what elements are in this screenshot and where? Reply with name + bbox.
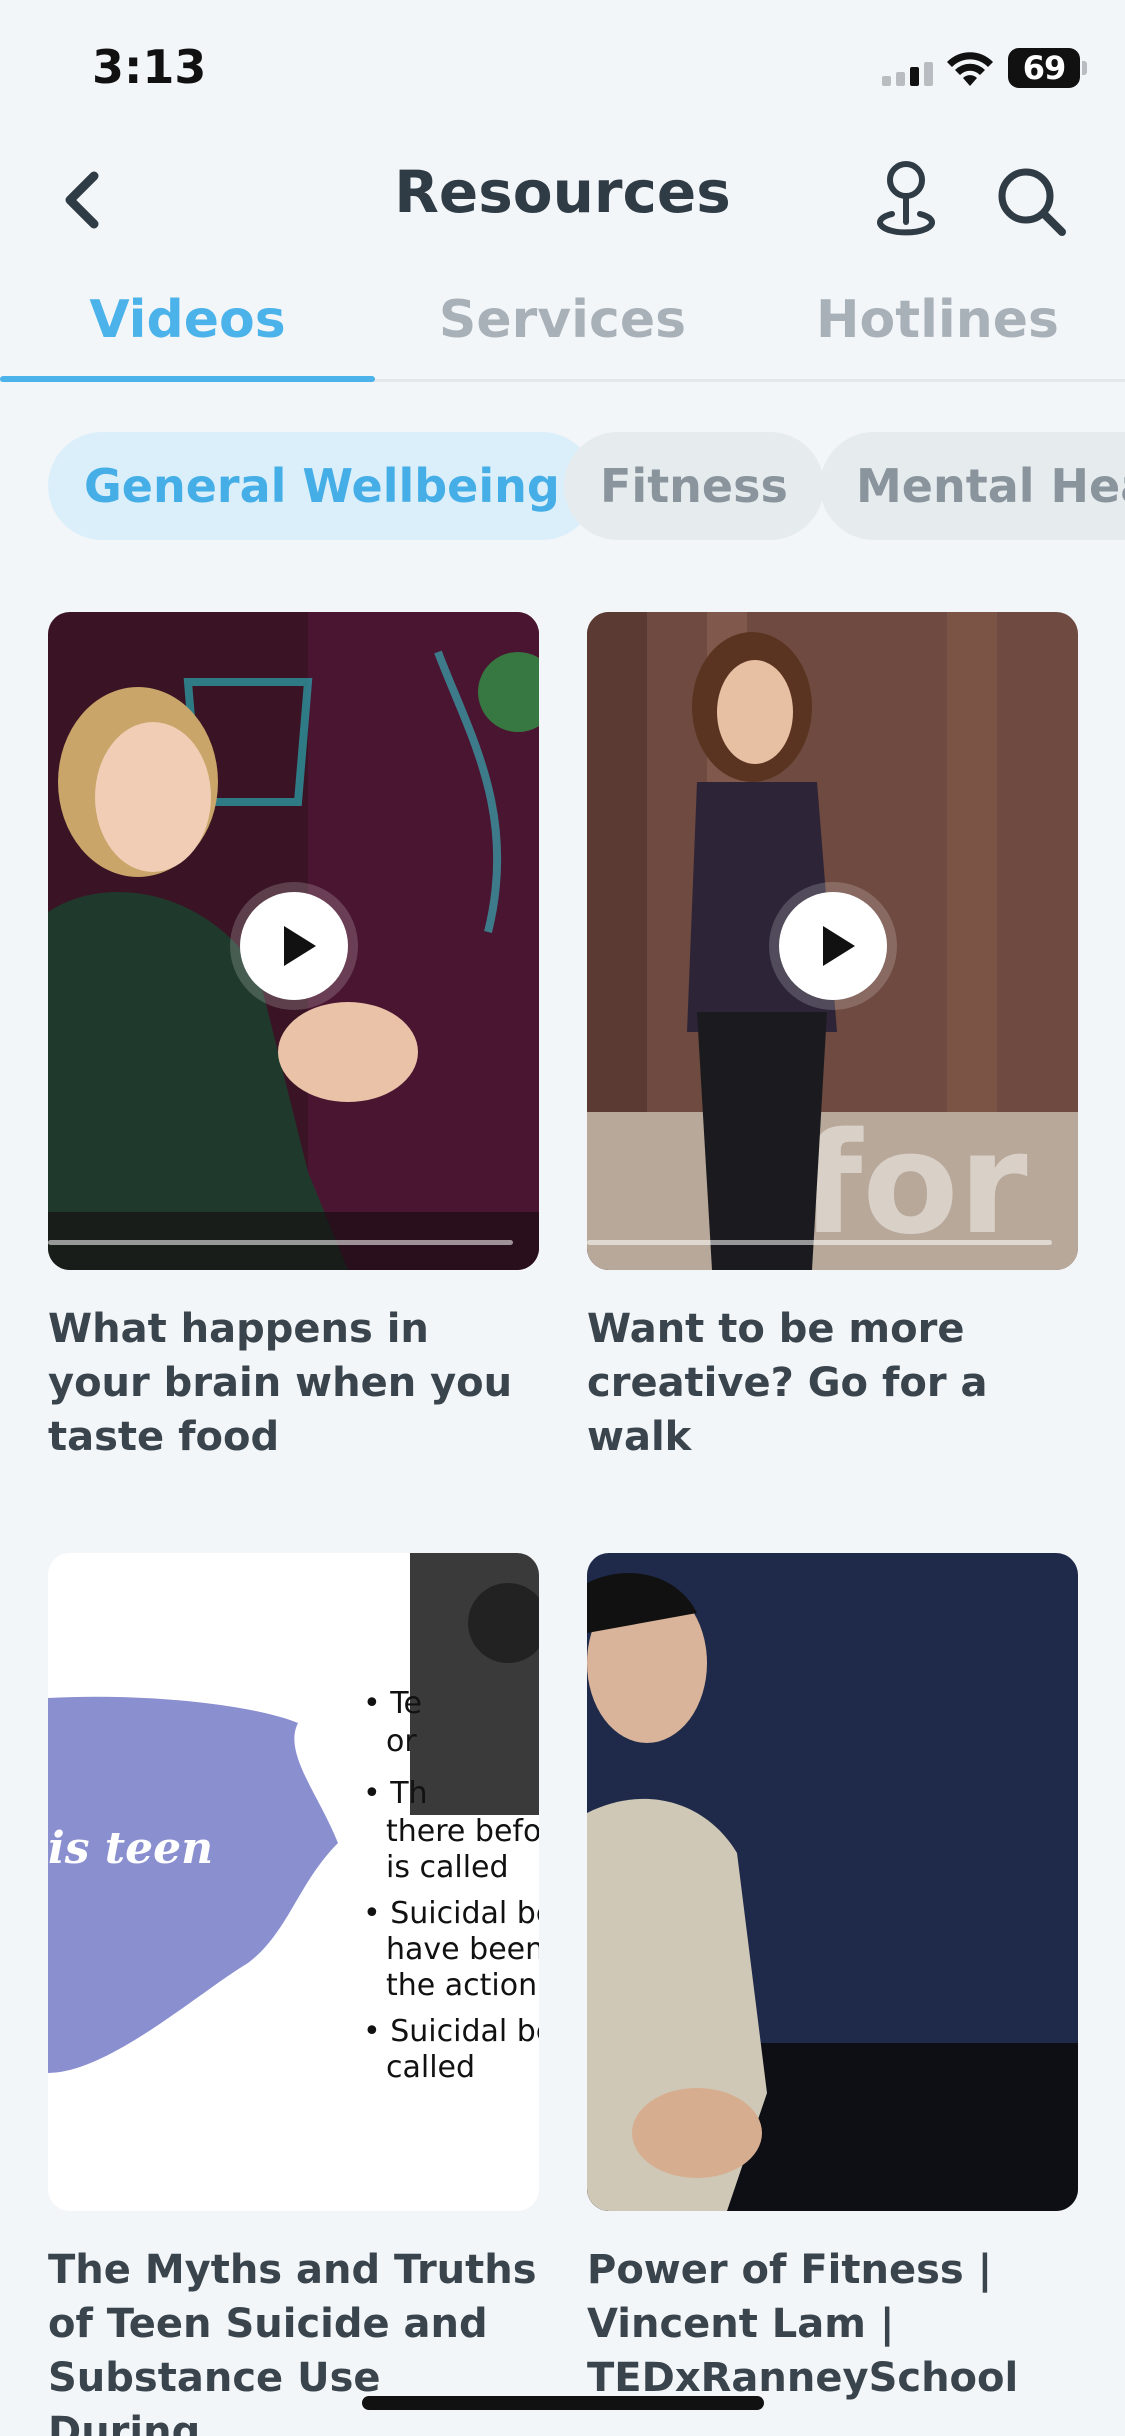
- svg-text:called: called: [386, 2050, 475, 2085]
- status-time: 3:13: [92, 40, 207, 94]
- chip-mental-health[interactable]: Mental Heal: [820, 432, 1125, 540]
- battery-icon: 69: [1008, 48, 1087, 88]
- video-thumbnail[interactable]: [48, 612, 539, 1270]
- video-thumbnail[interactable]: is teen • Te or • Th there befor is call…: [48, 1553, 539, 2211]
- nav-header: Resources: [0, 140, 1125, 260]
- tab-videos[interactable]: Videos: [0, 270, 375, 382]
- page-title: Resources: [394, 158, 731, 226]
- video-title[interactable]: Power of Fitness | Vincent Lam | TEDxRan…: [587, 2243, 1078, 2405]
- video-thumbnail[interactable]: [587, 1553, 1078, 2211]
- video-thumbnail-image: [587, 1553, 1078, 2211]
- svg-text:• Suicidal be: • Suicidal be: [363, 1896, 539, 1931]
- category-chips: General Wellbeing Fitness Mental Heal: [0, 432, 1125, 540]
- play-button-icon[interactable]: [779, 892, 887, 1000]
- svg-text:there befor: there befor: [386, 1814, 539, 1849]
- svg-text:the action: the action: [386, 1968, 537, 2003]
- svg-text:• Te: • Te: [363, 1686, 422, 1721]
- svg-text:or: or: [386, 1724, 417, 1759]
- video-title[interactable]: Want to be more creative? Go for a walk: [587, 1302, 1078, 1464]
- status-bar: 3:13 69: [0, 0, 1125, 140]
- chip-fitness[interactable]: Fitness: [564, 432, 824, 540]
- svg-text:• Suicidal be: • Suicidal be: [363, 2014, 539, 2049]
- tab-hotlines[interactable]: Hotlines: [750, 270, 1125, 382]
- tab-services[interactable]: Services: [375, 270, 750, 382]
- wifi-icon: [947, 52, 993, 86]
- tab-bar: Videos Services Hotlines: [0, 270, 1125, 382]
- svg-text:is teen: is teen: [48, 1823, 213, 1874]
- cellular-signal-icon: [882, 62, 933, 86]
- active-tab-indicator: [0, 376, 375, 382]
- video-thumbnail[interactable]: afor: [587, 612, 1078, 1270]
- video-title[interactable]: What happens in your brain when you tast…: [48, 1302, 539, 1464]
- location-pin-icon[interactable]: [868, 158, 944, 242]
- chip-general-wellbeing[interactable]: General Wellbeing: [48, 432, 596, 540]
- video-thumbnail-image: is teen • Te or • Th there befor is call…: [48, 1553, 539, 2211]
- resources-screen: 3:13 69 Resources Videos Services Hotlin…: [0, 0, 1125, 2436]
- search-icon[interactable]: [992, 162, 1072, 242]
- svg-text:• Th: • Th: [363, 1776, 428, 1811]
- video-progress-bar: [48, 1240, 513, 1245]
- home-indicator[interactable]: [362, 2396, 764, 2410]
- svg-text:is called: is called: [386, 1850, 509, 1885]
- video-progress-bar: [587, 1240, 1052, 1245]
- play-button-icon[interactable]: [240, 892, 348, 1000]
- svg-text:have been: have been: [386, 1932, 539, 1967]
